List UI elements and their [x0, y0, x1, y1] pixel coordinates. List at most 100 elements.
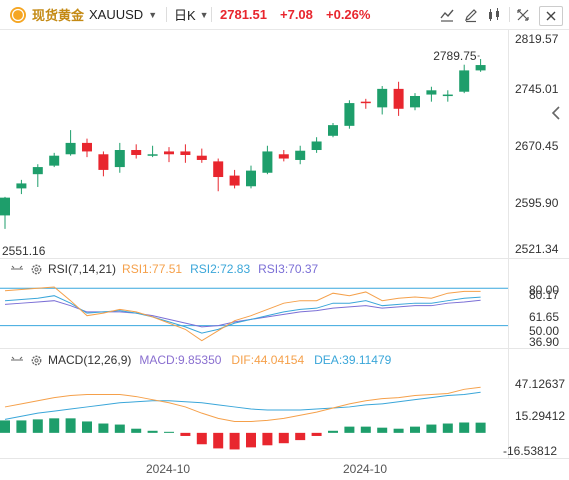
candle-body — [49, 155, 60, 166]
candle-body — [65, 142, 76, 155]
candle-body — [246, 170, 256, 187]
rsi3-line — [4, 299, 481, 328]
macd-title: MACD(12,26,9) — [48, 353, 132, 367]
time-axis-label: 2024-10 — [146, 462, 191, 476]
price-axis-label: 2819.57 — [515, 32, 559, 46]
rsi-title: RSI(7,14,21) — [48, 262, 117, 276]
dif-value: DIF:44.04154 — [231, 353, 305, 367]
candle-body — [262, 151, 273, 173]
candle-body — [196, 155, 207, 160]
macd-histogram-bar — [49, 418, 60, 433]
macd-axis-label: 47.12637 — [515, 377, 566, 391]
candle-body — [278, 154, 289, 159]
macd-header: MACD(12,26,9) MACD:9.85350 DIF:44.04154 … — [10, 353, 391, 367]
draw-icon[interactable] — [462, 6, 480, 24]
macd-histogram-bar — [377, 427, 388, 433]
fullscreen-icon[interactable] — [514, 6, 532, 24]
candle-body — [0, 197, 10, 216]
chevron-left-icon[interactable] — [547, 104, 565, 122]
price-axis-label: 2521.34 — [515, 242, 559, 256]
candle-body — [344, 103, 355, 126]
time-axis: 2024-10 2024-10 — [0, 458, 569, 480]
rsi1-line — [4, 286, 481, 342]
rsi2-line — [4, 295, 481, 334]
indicator-icon[interactable] — [486, 6, 504, 24]
rsi-axis-label: 36.90 — [529, 335, 560, 349]
macd-histogram-bar — [213, 432, 224, 449]
candle-body — [114, 150, 125, 168]
close-icon[interactable] — [539, 6, 563, 26]
price-axis-label: 2745.01 — [515, 82, 559, 96]
candle-body — [131, 150, 142, 155]
price-pane[interactable]: 2789.75 2551.16 — [0, 30, 508, 258]
max-price-label: 2789.75 — [433, 49, 477, 63]
rsi-chart[interactable] — [0, 280, 508, 348]
macd-histogram-bar — [164, 431, 174, 433]
macd-axis-label: 15.29412 — [515, 409, 566, 423]
macd-histogram-bar — [16, 420, 27, 433]
macd-histogram-bar — [131, 428, 142, 433]
macd-chart[interactable] — [0, 370, 508, 458]
rsi-axis-label: 61.65 — [529, 310, 560, 324]
pane-divider — [0, 258, 569, 259]
rsi2-value: RSI2:72.83 — [190, 262, 251, 276]
candle-body — [410, 95, 420, 108]
timeframe-label: 日K — [174, 8, 196, 23]
candle-body — [16, 183, 27, 189]
candle-body — [180, 151, 191, 155]
last-price: 2781.51 — [220, 7, 267, 22]
price-change: +7.08 — [280, 7, 313, 22]
chevron-down-icon: ▼ — [148, 9, 158, 20]
macd-histogram-bar — [410, 426, 420, 433]
chevron-down-icon: ▼ — [199, 9, 209, 20]
macd-histogram-bar — [114, 424, 125, 433]
macd-histogram-bar — [65, 418, 76, 433]
candle-body — [442, 94, 453, 97]
candle-body — [475, 65, 486, 71]
macd-histogram-bar — [459, 422, 470, 433]
macd-pane[interactable] — [0, 370, 508, 458]
toolbar-divider — [166, 7, 167, 22]
macd-histogram-bar — [82, 421, 92, 433]
price-axis: 2819.57 2745.01 2670.45 2595.90 2521.34 — [508, 30, 569, 258]
macd-histogram-bar — [262, 432, 273, 446]
macd-histogram-bar — [147, 430, 158, 433]
candle-body — [98, 154, 109, 170]
eye-icon[interactable] — [10, 264, 24, 274]
candle-body — [213, 161, 224, 178]
toolbar-divider — [509, 7, 510, 22]
rsi-axis: 80.00 80.17 61.65 50.00 36.90 — [508, 259, 569, 349]
candle-body — [82, 142, 92, 152]
candle-style-icon[interactable] — [438, 6, 456, 24]
macd-axis-label: -16.53812 — [503, 444, 558, 458]
macd-histogram-bar — [246, 432, 256, 448]
symbol-selector[interactable]: XAUUSD ▼ — [89, 0, 157, 29]
pane-divider — [0, 348, 569, 349]
macd-histogram-bar — [98, 423, 109, 433]
macd-histogram-bar — [229, 432, 240, 450]
chart-toolbar: 现货黄金 XAUUSD ▼ 日K ▼ 2781.51 +7.08 +0.26% — [0, 0, 569, 30]
macd-histogram-bar — [278, 432, 289, 444]
timeframe-selector[interactable]: 日K ▼ — [174, 0, 209, 29]
macd-histogram-bar — [311, 432, 322, 436]
candle-body — [426, 90, 437, 95]
candle-body — [229, 175, 240, 186]
candle-body — [328, 125, 338, 136]
rsi-axis-label: 80.17 — [529, 288, 560, 302]
macd-histogram-bar — [32, 419, 43, 433]
candle-body — [360, 101, 371, 104]
rsi3-value: RSI3:70.37 — [258, 262, 319, 276]
macd-histogram-bar — [426, 424, 437, 433]
gear-icon[interactable] — [30, 263, 43, 276]
gear-icon[interactable] — [30, 354, 43, 367]
toolbar-divider — [211, 7, 212, 22]
candle-body — [459, 70, 470, 92]
gold-coin-icon — [9, 6, 27, 24]
eye-icon[interactable] — [10, 355, 24, 365]
candlestick-chart[interactable]: 2789.75 2551.16 — [0, 30, 508, 258]
candle-body — [147, 154, 158, 156]
macd-histogram-bar — [360, 426, 371, 433]
candle-body — [295, 150, 306, 160]
rsi-pane[interactable] — [0, 280, 508, 348]
candle-body — [164, 151, 174, 155]
